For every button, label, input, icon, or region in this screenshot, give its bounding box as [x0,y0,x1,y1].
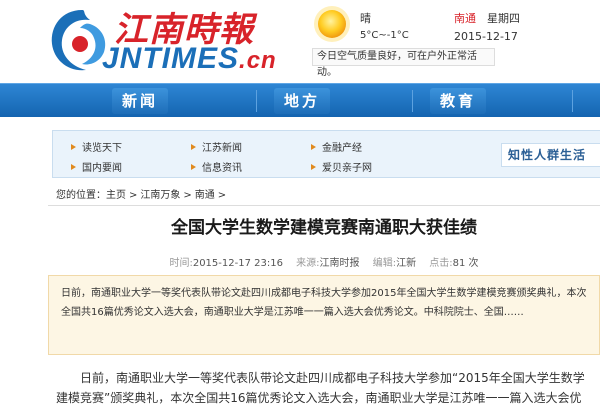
subnav-link-label: 读览天下 [82,143,122,154]
article-meta: 时间:2015-12-17 23:16 来源:江南时报 编辑:江新 点击:81 … [48,254,600,269]
breadcrumb-jiangnan[interactable]: 江南万象 [140,190,180,201]
site-header: 江南時報 JNTIMES.cn 晴 5°C~-1°C 南通 星期四 2015-1… [0,0,600,82]
bullet-arrow-icon [311,143,316,150]
breadcrumb-prefix: 您的位置： [56,190,106,201]
nav-separator [412,90,413,112]
site-logo[interactable]: 江南時報 JNTIMES.cn [46,2,276,78]
subnav-link-label: 金融产经 [322,143,362,154]
bullet-arrow-icon [71,143,76,150]
subnav-link-label: 国内要闻 [82,163,122,174]
article-summary: 日前，南通职业大学一等奖代表队带论文赴四川成都电子科技大学参加2015年全国大学… [48,275,600,355]
air-quality-notice: 今日空气质量良好，可在户外正常活动。 [312,48,495,78]
breadcrumb-nantong[interactable]: 南通 [195,190,215,201]
breadcrumb-separator: > [183,190,192,201]
breadcrumb: 您的位置：主页 > 江南万象 > 南通 > [48,186,600,206]
subnav-link-jiangsu-news[interactable]: 江苏新闻 [191,139,242,154]
editor-label: 编辑: [372,258,397,269]
breadcrumb-home[interactable]: 主页 [106,190,126,201]
breadcrumb-separator: > [129,190,138,201]
main-nav: 新闻 地方 教育 [0,83,600,117]
article-source: 江南时报 [319,258,360,269]
sub-nav: 读览天下 江苏新闻 金融产经 国内要闻 信息资讯 爱贝亲子网 知性人群生活 [52,130,600,178]
promo-banner[interactable]: 知性人群生活 [501,143,600,167]
nav-item-education[interactable]: 教育 [418,84,498,118]
article-time: 2015-12-17 23:16 [192,258,283,269]
breadcrumb-separator: > [217,190,227,201]
subnav-link-label: 爱贝亲子网 [322,163,372,174]
nav-separator [256,90,257,112]
nav-separator [572,90,573,112]
logo-english-text: JNTIMES.cn [102,42,277,76]
weather-condition: 晴 [360,12,371,25]
weather-weekday: 星期四 [487,12,520,25]
subnav-link-parenting[interactable]: 爱贝亲子网 [311,159,372,174]
subnav-link-info[interactable]: 信息资讯 [191,159,242,174]
nav-item-local[interactable]: 地方 [262,84,342,118]
logo-domain: .cn [239,47,277,74]
weather-temperature: 5°C~-1°C [360,30,409,41]
nav-item-label: 地方 [273,88,330,114]
nav-item-news[interactable]: 新闻 [100,84,180,118]
time-label: 时间: [169,258,193,269]
bullet-arrow-icon [191,163,196,170]
article-clicks: 81 次 [452,258,479,269]
bullet-arrow-icon [191,143,196,150]
article-title: 全国大学生数学建模竞赛南通职大获佳绩 [171,218,477,238]
article-body: 日前，南通职业大学一等奖代表队带论文赴四川成都电子科技大学参加“2015年全国大… [56,371,585,405]
weather-date: 2015-12-17 [454,30,518,43]
clicks-label: 点击: [429,258,453,269]
sun-icon [314,6,350,42]
bullet-arrow-icon [311,163,316,170]
subnav-link-domestic[interactable]: 国内要闻 [71,159,122,174]
weather-city[interactable]: 南通 [454,10,476,26]
subnav-link-label: 信息资讯 [202,163,242,174]
subnav-link-finance[interactable]: 金融产经 [311,139,362,154]
bullet-arrow-icon [71,163,76,170]
source-label: 来源: [296,258,320,269]
weather-widget: 晴 5°C~-1°C 南通 星期四 2015-12-17 今日空气质量良好，可在… [312,4,600,78]
nav-item-label: 教育 [429,88,486,114]
subnav-link-label: 江苏新闻 [202,143,242,154]
nav-item-label: 新闻 [111,88,168,114]
article-editor: 江新 [396,258,417,269]
logo-english-name: JNTIMES [102,42,240,75]
subnav-link-reading[interactable]: 读览天下 [71,139,122,154]
